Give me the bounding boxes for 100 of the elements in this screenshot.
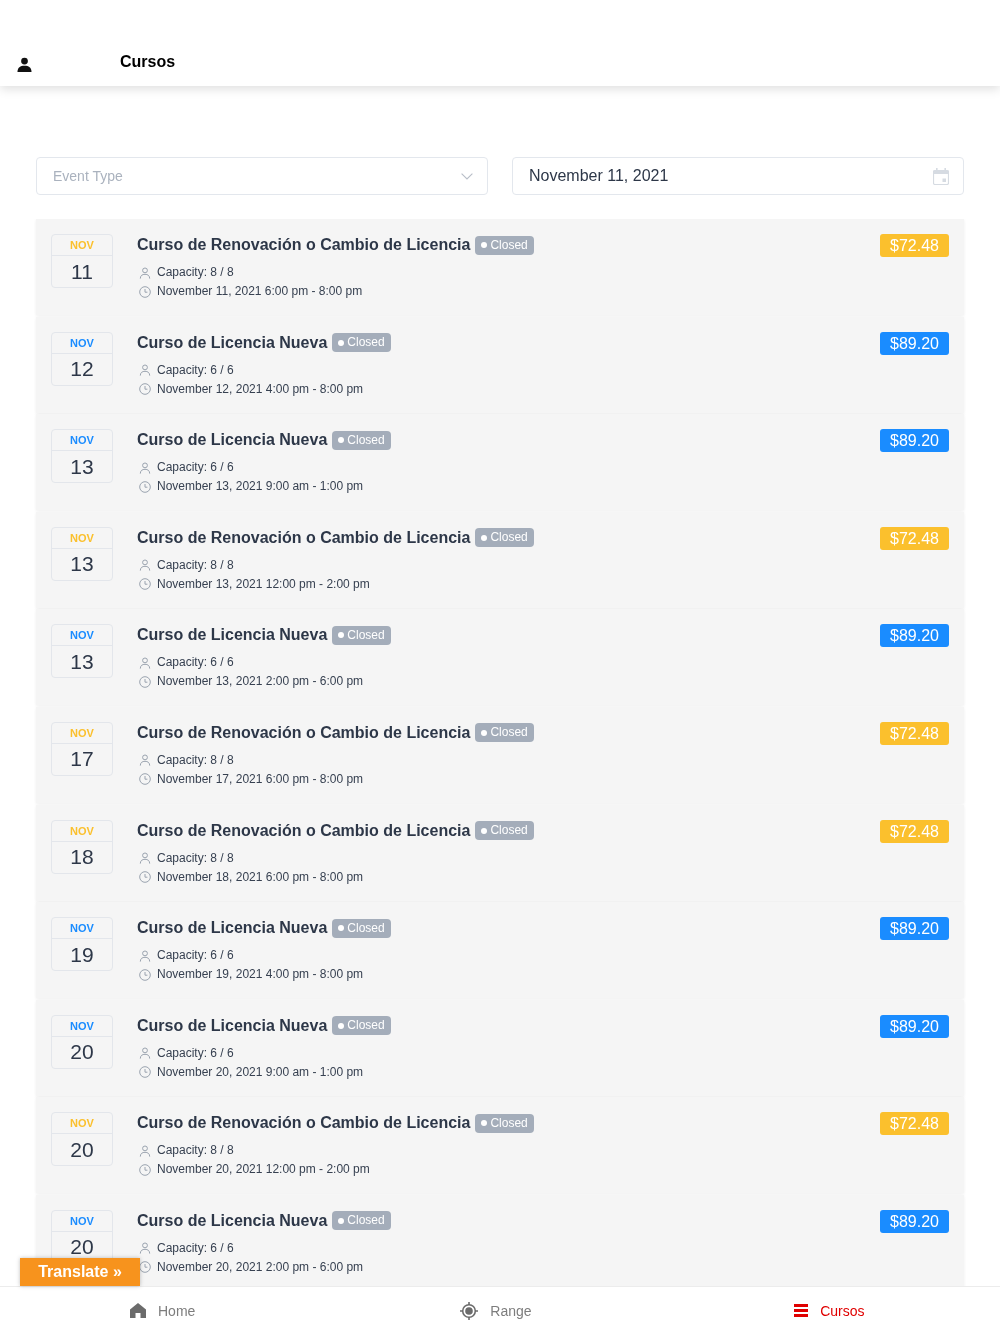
person-icon bbox=[139, 1047, 151, 1060]
time-text: November 13, 2021 2:00 pm - 6:00 pm bbox=[157, 673, 364, 691]
event-title: Curso de Renovación o Cambio de Licencia bbox=[137, 722, 471, 743]
month-label: NOV bbox=[52, 625, 112, 647]
capacity-text: Capacity: 8 / 8 bbox=[157, 1142, 234, 1160]
event-card[interactable]: NOV 11 Curso de Renovación o Cambio de Licencia Closed Capacity: 8 / 8 November 11, 2021 6:00 pm - 8:00 pm $72.48 bbox=[36, 219, 964, 315]
event-card[interactable]: NOV 18 Curso de Renovación o Cambio de Licencia Closed Capacity: 8 / 8 November 18, 2021 6:00 pm - 8:00 pm $72.48 bbox=[36, 804, 964, 901]
day-number: 20 bbox=[69, 1136, 95, 1163]
target-icon bbox=[460, 1301, 479, 1320]
dot-icon bbox=[481, 1120, 488, 1127]
menu-icon bbox=[794, 1304, 809, 1317]
dot-icon bbox=[338, 1217, 345, 1224]
calendar-icon bbox=[933, 167, 949, 185]
capacity-text: Capacity: 6 / 6 bbox=[157, 361, 234, 379]
status-text: Closed bbox=[490, 529, 528, 547]
month-label: NOV bbox=[52, 332, 112, 354]
event-title: Curso de Licencia Nueva bbox=[137, 1210, 328, 1231]
month-label: NOV bbox=[52, 235, 112, 256]
clock-icon bbox=[139, 285, 151, 298]
capacity-text: Capacity: 6 / 6 bbox=[157, 459, 234, 477]
price-badge: $89.20 bbox=[880, 1014, 949, 1038]
price-badge: $72.48 bbox=[880, 1112, 949, 1136]
clock-icon bbox=[139, 578, 151, 591]
day-number: 19 bbox=[69, 941, 95, 968]
day-number: 20 bbox=[69, 1039, 95, 1066]
clock-icon bbox=[139, 1163, 151, 1176]
month-label: NOV bbox=[52, 722, 112, 744]
page-title: Cursos bbox=[120, 52, 176, 72]
month-label: NOV bbox=[52, 1210, 112, 1232]
capacity-text: Capacity: 6 / 6 bbox=[157, 947, 234, 965]
day-number: 18 bbox=[69, 844, 95, 871]
event-title: Curso de Renovación o Cambio de Licencia bbox=[137, 820, 471, 841]
event-title: Curso de Renovación o Cambio de Licencia bbox=[137, 235, 471, 255]
price-badge: $89.20 bbox=[880, 917, 949, 941]
event-card[interactable]: NOV 20 Curso de Renovación o Cambio de Licencia Closed Capacity: 8 / 8 November 20, 2021 12:00 pm - 2:00 pm $72.48 bbox=[36, 1097, 964, 1194]
person-icon bbox=[139, 559, 151, 572]
status-text: Closed bbox=[347, 919, 385, 937]
event-title: Curso de Licencia Nueva bbox=[137, 430, 328, 451]
price-badge: $89.20 bbox=[880, 331, 949, 355]
clock-icon bbox=[139, 871, 151, 884]
event-card[interactable]: NOV 13 Curso de Licencia Nueva Closed Capacity: 6 / 6 November 13, 2021 2:00 pm - 6:00 pm $89.20 bbox=[36, 609, 964, 706]
time-text: November 20, 2021 12:00 pm - 2:00 pm bbox=[157, 1161, 370, 1179]
day-number: 13 bbox=[69, 648, 95, 675]
nav-item[interactable]: Range bbox=[458, 1297, 534, 1324]
clock-icon bbox=[139, 480, 151, 493]
dot-icon bbox=[481, 242, 488, 248]
nav-item[interactable]: Cursos bbox=[792, 1298, 867, 1323]
date-field[interactable]: November 11, 2021 bbox=[512, 157, 964, 195]
day-number: 12 bbox=[69, 356, 95, 383]
clock-icon bbox=[139, 675, 151, 688]
month-label: NOV bbox=[52, 527, 112, 549]
time-text: November 12, 2021 4:00 pm - 8:00 pm bbox=[157, 380, 364, 398]
capacity-text: Capacity: 8 / 8 bbox=[157, 751, 234, 769]
day-number: 13 bbox=[69, 551, 95, 578]
person-icon bbox=[139, 1144, 151, 1157]
time-text: November 20, 2021 9:00 am - 1:00 pm bbox=[157, 1063, 364, 1081]
month-label: NOV bbox=[52, 820, 112, 842]
clock-icon bbox=[139, 773, 151, 786]
dot-icon bbox=[338, 925, 345, 932]
clock-icon bbox=[139, 1066, 151, 1079]
capacity-text: Capacity: 6 / 6 bbox=[157, 654, 234, 672]
nav-item[interactable]: Home bbox=[128, 1298, 198, 1323]
price-badge: $72.48 bbox=[880, 234, 949, 257]
time-text: November 19, 2021 4:00 pm - 8:00 pm bbox=[157, 966, 364, 984]
status-text: Closed bbox=[347, 1017, 385, 1035]
dot-icon bbox=[338, 339, 345, 346]
person-icon bbox=[139, 852, 151, 865]
capacity-text: Capacity: 8 / 8 bbox=[157, 556, 234, 574]
user-icon[interactable] bbox=[17, 56, 32, 72]
clock-icon bbox=[139, 1261, 151, 1274]
event-title: Curso de Licencia Nueva bbox=[137, 332, 328, 353]
capacity-text: Capacity: 8 / 8 bbox=[157, 264, 234, 281]
clock-icon bbox=[139, 968, 151, 981]
price-badge: $89.20 bbox=[880, 1209, 949, 1233]
dot-icon bbox=[338, 1022, 345, 1029]
chevron-down-icon bbox=[461, 172, 473, 180]
month-label: NOV bbox=[52, 918, 112, 940]
person-icon bbox=[139, 949, 151, 962]
status-text: Closed bbox=[347, 626, 385, 644]
event-card[interactable]: NOV 12 Curso de Licencia Nueva Closed Capacity: 6 / 6 November 12, 2021 4:00 pm - 8:00 pm $89.20 bbox=[36, 316, 964, 413]
month-label: NOV bbox=[52, 430, 112, 452]
month-label: NOV bbox=[52, 1113, 112, 1135]
capacity-text: Capacity: 8 / 8 bbox=[157, 849, 234, 867]
event-card[interactable]: NOV 20 Curso de Licencia Nueva Closed Capacity: 6 / 6 November 20, 2021 9:00 am - 1:00 pm $89.20 bbox=[36, 999, 964, 1096]
event-card[interactable]: NOV 17 Curso de Renovación o Cambio de Licencia Closed Capacity: 8 / 8 November 17, 2021 6:00 pm - 8:00 pm $72.48 bbox=[36, 706, 964, 803]
event-card[interactable]: NOV 13 Curso de Licencia Nueva Closed Capacity: 6 / 6 November 13, 2021 9:00 am - 1:00 pm $89.20 bbox=[36, 414, 964, 511]
price-badge: $89.20 bbox=[880, 624, 949, 648]
time-text: November 20, 2021 2:00 pm - 6:00 pm bbox=[157, 1258, 364, 1276]
status-text: Closed bbox=[347, 431, 385, 449]
event-title: Curso de Renovación o Cambio de Licencia bbox=[137, 527, 471, 548]
event-card[interactable]: NOV 13 Curso de Renovación o Cambio de Licencia Closed Capacity: 8 / 8 November 13, 2021 12:00 pm - 2:00 pm $72.48 bbox=[36, 511, 964, 608]
event-title: Curso de Licencia Nueva bbox=[137, 918, 328, 939]
day-number: 13 bbox=[69, 453, 95, 480]
time-text: November 17, 2021 6:00 pm - 8:00 pm bbox=[157, 770, 364, 788]
event-title: Curso de Renovación o Cambio de Licencia bbox=[137, 1113, 471, 1134]
dot-icon bbox=[481, 827, 488, 834]
time-text: November 13, 2021 12:00 pm - 2:00 pm bbox=[157, 575, 370, 593]
capacity-text: Capacity: 6 / 6 bbox=[157, 1239, 234, 1257]
event-card[interactable]: NOV 19 Curso de Licencia Nueva Closed Capacity: 6 / 6 November 19, 2021 4:00 pm - 8:00 pm $89.20 bbox=[36, 902, 964, 999]
price-badge: $72.48 bbox=[880, 819, 949, 843]
